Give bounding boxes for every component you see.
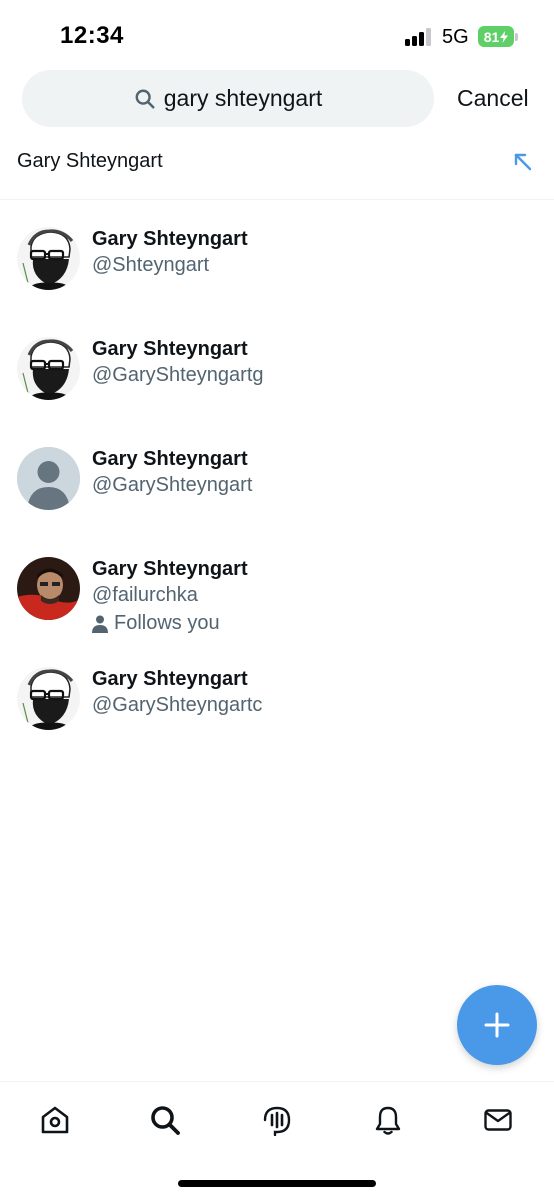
nav-search[interactable] [145, 1100, 185, 1140]
user-result[interactable]: Gary Shteyngart @failurchka Follows you [0, 540, 554, 650]
user-handle: @GaryShteyngartc [92, 694, 263, 716]
home-icon [41, 1106, 69, 1134]
follows-you-text: Follows you [114, 612, 220, 634]
sketch-portrait-icon [17, 667, 80, 730]
charging-bolt-icon [500, 30, 509, 43]
signal-strength-icon [405, 28, 433, 46]
notifications-icon [375, 1106, 401, 1135]
home-indicator[interactable] [178, 1180, 376, 1187]
fill-query-arrow-icon[interactable] [511, 150, 533, 172]
nav-messages[interactable] [478, 1100, 518, 1140]
battery-tip [515, 33, 518, 41]
search-suggestion[interactable]: Gary Shteyngart [0, 130, 554, 200]
display-name: Gary Shteyngart [92, 558, 248, 580]
network-type: 5G [442, 26, 469, 48]
plus-icon [484, 1012, 510, 1038]
user-result[interactable]: Gary Shteyngart @GaryShteyngartc [0, 650, 554, 750]
user-handle: @failurchka [92, 584, 198, 606]
avatar [17, 557, 80, 620]
search-input[interactable]: gary shteyngart [22, 70, 434, 127]
cancel-button[interactable]: Cancel [457, 85, 529, 112]
search-icon [151, 1106, 180, 1135]
messages-icon [484, 1109, 512, 1131]
status-time: 12:34 [60, 22, 124, 49]
sketch-portrait-icon [17, 337, 80, 400]
avatar [17, 227, 80, 290]
battery-level: 81 [483, 28, 500, 45]
avatar [17, 337, 80, 400]
user-result[interactable]: Gary Shteyngart @GaryShteyngartg [0, 320, 554, 420]
user-handle: @GaryShteyngartg [92, 364, 264, 386]
battery-icon: 81 [478, 26, 514, 47]
search-icon [135, 89, 155, 109]
status-bar: 12:34 5G 81 [0, 0, 554, 64]
avatar [17, 447, 80, 510]
photo-portrait-icon [17, 557, 80, 620]
default-avatar-icon [17, 447, 80, 510]
suggestion-text: Gary Shteyngart [17, 150, 163, 172]
user-result[interactable]: Gary Shteyngart @GaryShteyngart [0, 430, 554, 530]
display-name: Gary Shteyngart [92, 448, 248, 470]
nav-spaces[interactable] [257, 1100, 297, 1140]
spaces-icon [263, 1106, 291, 1136]
display-name: Gary Shteyngart [92, 668, 248, 690]
person-icon [92, 615, 108, 633]
nav-notifications[interactable] [368, 1100, 408, 1140]
follows-you-label: Follows you [92, 612, 220, 635]
display-name: Gary Shteyngart [92, 228, 248, 250]
avatar [17, 667, 80, 730]
user-result[interactable]: Gary Shteyngart @Shteyngart [0, 210, 554, 310]
user-handle: @GaryShteyngart [92, 474, 253, 496]
nav-home[interactable] [35, 1100, 75, 1140]
sketch-portrait-icon [17, 227, 80, 290]
user-handle: @Shteyngart [92, 254, 210, 276]
search-query: gary shteyngart [163, 85, 323, 111]
display-name: Gary Shteyngart [92, 338, 248, 360]
compose-button[interactable] [457, 985, 537, 1065]
